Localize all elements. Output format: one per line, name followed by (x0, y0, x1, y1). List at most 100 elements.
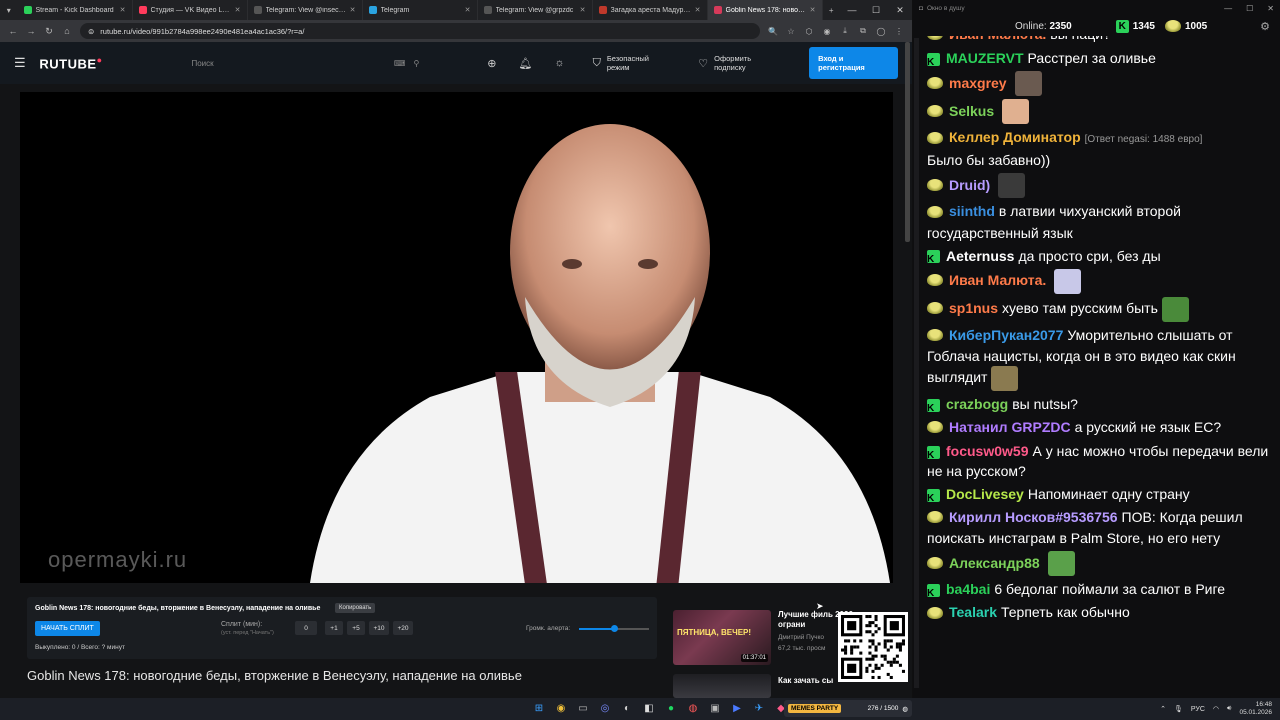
browser-tab[interactable]: Студия — VK Видео Live ✕ (133, 0, 248, 20)
chat-username[interactable]: Tealark (949, 604, 997, 620)
browser-tab[interactable]: Goblin News 178: новогодн ✕ (707, 0, 823, 20)
minimize-icon[interactable]: — (1224, 4, 1232, 13)
telegram-icon[interactable]: ✈ (752, 700, 766, 716)
tab-search-icon[interactable]: ▾ (0, 0, 18, 20)
extension-icon-2[interactable]: ◉ (822, 26, 832, 36)
extensions-puzzle-icon[interactable]: ⧉ (858, 26, 868, 36)
memes-party-widget[interactable]: MEMES PARTY 276 / 1500 ◍ (784, 700, 912, 717)
minimize-icon[interactable]: — (840, 5, 864, 16)
zoom-icon[interactable]: 🔍 (768, 26, 778, 36)
bookmark-star-icon[interactable]: ☆ (786, 26, 796, 36)
keyboard-icon[interactable]: ⌨ (394, 59, 406, 68)
maximize-icon[interactable]: ☐ (864, 5, 888, 16)
chat-username[interactable]: Selkus (949, 103, 994, 119)
recommendation-thumbnail[interactable] (673, 674, 771, 698)
start-icon[interactable]: ⊞ (532, 700, 546, 716)
rutube-logo[interactable]: RUTUBE● (39, 55, 173, 71)
bell-icon[interactable]: 🔔︎ (519, 57, 533, 70)
spotify-icon[interactable]: ● (664, 700, 678, 716)
close-icon[interactable]: ✕ (1267, 4, 1274, 13)
chat-username[interactable]: Александр88 (949, 555, 1040, 571)
chat-username[interactable]: sp1nus (949, 300, 998, 316)
tab-close-icon[interactable]: ✕ (235, 6, 241, 14)
new-tab-icon[interactable]: + (823, 0, 841, 20)
split-plus-10-button[interactable]: +10 (369, 621, 389, 635)
url-field[interactable]: ⊜ rutube.ru/video/991b2784a998ee2490e481… (80, 23, 760, 39)
settings-gear-icon[interactable]: ⚙ (1260, 20, 1270, 33)
tab-close-icon[interactable]: ✕ (120, 6, 126, 14)
browser-tab[interactable]: Stream - Kick Dashboard ✕ (18, 0, 133, 20)
search-box[interactable]: Поиск ⌨ ⚲ (185, 51, 425, 75)
chat-username[interactable]: MAUZERVT (946, 50, 1024, 66)
discord-icon[interactable]: ◎ (598, 700, 612, 716)
chat-username-tag[interactable]: GRPZDC (1012, 419, 1071, 435)
browser-tab[interactable]: Telegram: View @insect_life ✕ (248, 0, 363, 20)
chat-username[interactable]: DocLivesey (946, 486, 1024, 502)
profile-icon[interactable]: ◯ (876, 26, 886, 36)
file-explorer-icon[interactable]: ▭ (576, 700, 590, 716)
steam-icon[interactable]: ◐ (620, 700, 634, 716)
recommendation-thumbnail[interactable]: ПЯТНИЦА, ВЕЧЕР! 01:37:01 (673, 610, 771, 665)
safe-mode-button[interactable]: ⛉ Безопасный режим (593, 54, 671, 72)
split-plus-20-button[interactable]: +20 (393, 621, 413, 635)
volume-icon[interactable]: 🔊︎ (1227, 705, 1231, 713)
login-button[interactable]: Вход и регистрация (809, 47, 898, 79)
chat-username[interactable]: siinthd (949, 203, 995, 219)
search-icon[interactable]: ⚲ (413, 59, 419, 68)
subscribe-button[interactable]: ♡ Оформить подписку (698, 54, 781, 72)
site-info-icon[interactable]: ⊜ (88, 27, 94, 36)
video-player[interactable]: opermayki.ru (20, 92, 893, 583)
microphone-icon[interactable]: 🎙︎ (1174, 705, 1183, 713)
alert-volume-knob[interactable] (611, 625, 618, 632)
chat-username[interactable]: КиберПукан2077 (949, 327, 1063, 343)
language-indicator[interactable]: РУС (1191, 706, 1205, 713)
menu-dots-icon[interactable]: ⋮ (894, 26, 904, 36)
chat-username[interactable]: Иван Малюта. (949, 272, 1046, 288)
app-icon-2[interactable]: ▣ (708, 700, 722, 716)
download-icon[interactable]: ⤓ (840, 26, 850, 36)
chat-username[interactable]: Иван Малюта. (949, 36, 1046, 42)
alert-volume-slider[interactable] (579, 625, 649, 632)
split-value-field[interactable]: 0 (295, 621, 317, 635)
copy-button[interactable]: Копировать (335, 603, 376, 613)
tab-close-icon[interactable]: ✕ (695, 6, 701, 14)
start-split-button[interactable]: НАЧАТЬ СПЛИТ (35, 621, 100, 636)
chat-username[interactable]: Druid) (949, 177, 990, 193)
chat-username[interactable]: Aeternuss (946, 248, 1014, 264)
theme-sun-icon[interactable]: ☼ (554, 57, 564, 70)
extension-icon[interactable]: ⬡ (804, 26, 814, 36)
split-plus-5-button[interactable]: +5 (347, 621, 365, 635)
chat-username[interactable]: ba4bai (946, 581, 990, 597)
home-icon[interactable]: ⌂ (62, 26, 72, 36)
browser-tab[interactable]: Загадка ареста Мадуро: в ✕ (593, 0, 708, 20)
chrome-icon[interactable]: ◉ (554, 700, 568, 716)
search-input[interactable]: Поиск (191, 59, 385, 68)
tray-chevron-icon[interactable]: ⌃ (1160, 705, 1166, 713)
page-scrollbar[interactable] (905, 42, 910, 242)
tab-close-icon[interactable]: ✕ (580, 6, 586, 14)
browser-tab[interactable]: Telegram ✕ (363, 0, 478, 20)
chat-username[interactable]: Келлер Доминатор (949, 129, 1081, 145)
reload-icon[interactable]: ↻ (44, 26, 54, 37)
app-icon[interactable]: ◧ (642, 700, 656, 716)
maximize-icon[interactable]: ☐ (1246, 4, 1253, 13)
chat-username[interactable]: Кирилл Носков#9536756 (949, 509, 1118, 525)
obs-icon[interactable]: ◍ (686, 700, 700, 716)
split-plus-1-button[interactable]: +1 (325, 621, 343, 635)
chat-username[interactable]: focusw0w59 (946, 443, 1028, 459)
browser-tab[interactable]: Telegram: View @grpzdc ✕ (478, 0, 593, 20)
chat-username[interactable]: maxgrey (949, 75, 1007, 91)
forward-icon[interactable]: → (26, 26, 36, 36)
clock[interactable]: 16:48 05.01.2026 (1239, 701, 1272, 717)
close-icon[interactable]: ✕ (888, 5, 912, 16)
app-icon-3[interactable]: ▶ (730, 700, 744, 716)
tab-close-icon[interactable]: ✕ (810, 6, 816, 14)
chat-username[interactable]: crazbogg (946, 396, 1008, 412)
upload-icon[interactable]: ⊕ (487, 57, 496, 70)
recommendation-title[interactable]: Как зачать сы (778, 676, 833, 685)
back-icon[interactable]: ← (8, 26, 18, 36)
menu-icon[interactable]: ☰ (14, 55, 27, 71)
chat-username[interactable]: Натанил (949, 419, 1008, 435)
tab-close-icon[interactable]: ✕ (350, 6, 356, 14)
tab-close-icon[interactable]: ✕ (465, 6, 471, 14)
